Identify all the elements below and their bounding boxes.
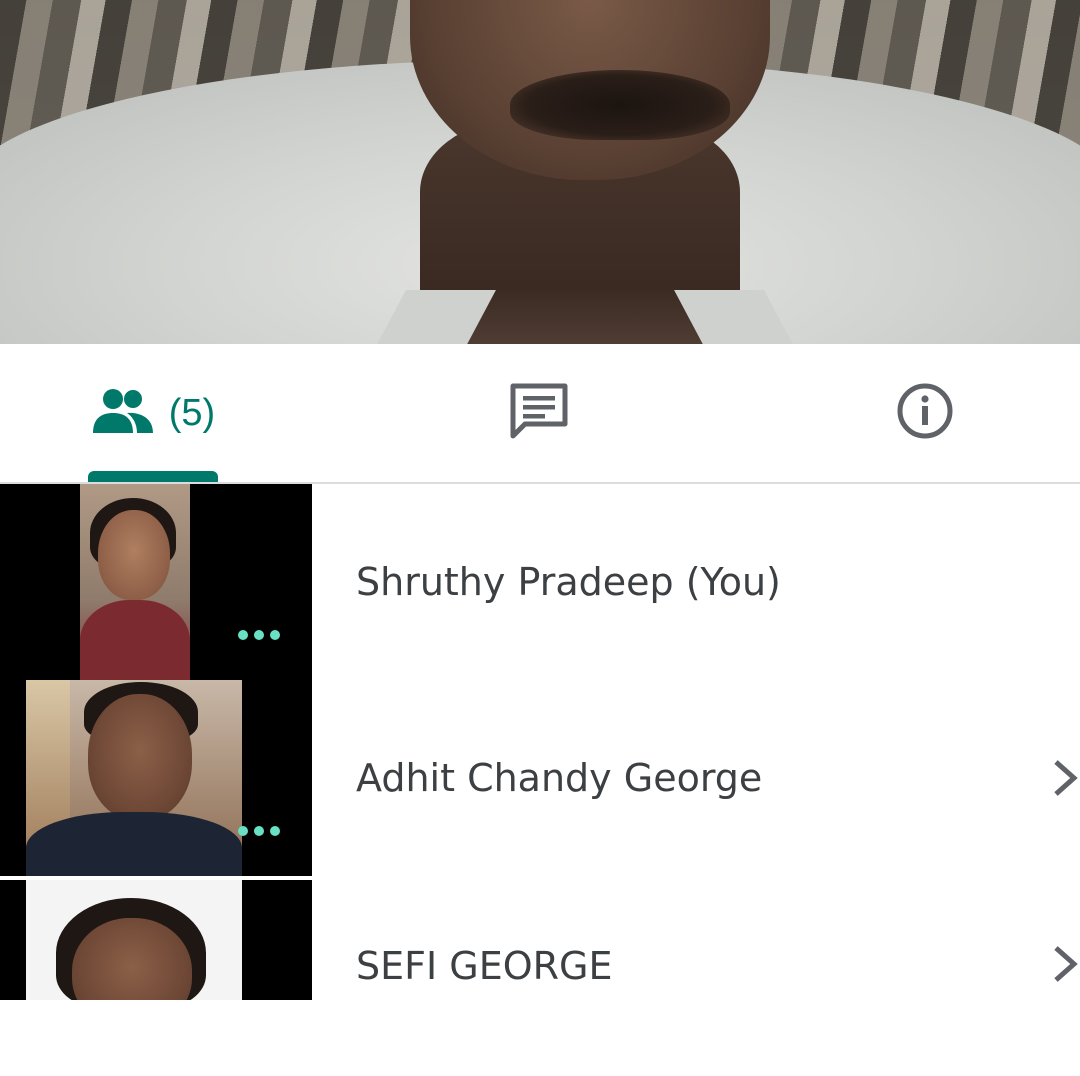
participant-row[interactable]: Shruthy Pradeep (You) [0, 484, 1080, 680]
chat-icon [509, 382, 569, 444]
participant-list: Shruthy Pradeep (You) Adhit Chandy Georg… [0, 484, 1080, 1000]
participant-row[interactable]: Adhit Chandy George [0, 680, 1080, 876]
tab-people[interactable]: (5) [40, 344, 266, 482]
participant-video [26, 880, 242, 1000]
selected-tab-indicator [88, 471, 218, 482]
chevron-right-icon[interactable] [1050, 942, 1080, 986]
speaking-indicator-dots [238, 826, 280, 836]
people-icon [91, 387, 155, 439]
tab-info[interactable] [812, 344, 1038, 482]
participant-row[interactable]: SEFI GEORGE [0, 880, 1080, 1076]
participant-video-thumbnail [0, 680, 312, 876]
participant-video-thumbnail [0, 880, 312, 1000]
tab-chat[interactable] [426, 344, 652, 482]
participant-name: Adhit Chandy George [356, 756, 763, 800]
participant-video-thumbnail [0, 484, 312, 680]
participant-video [80, 484, 190, 680]
chevron-right-icon[interactable] [1050, 756, 1080, 800]
participant-video [26, 680, 242, 876]
participant-name: SEFI GEORGE [356, 944, 613, 988]
panel-tab-bar: (5) [0, 344, 1080, 484]
main-speaker-video[interactable] [0, 0, 1080, 344]
speaking-indicator-dots [238, 630, 280, 640]
participant-count: (5) [168, 391, 216, 434]
info-icon [896, 382, 954, 444]
speaker-mustache [510, 70, 730, 140]
participant-name: Shruthy Pradeep (You) [356, 560, 781, 604]
